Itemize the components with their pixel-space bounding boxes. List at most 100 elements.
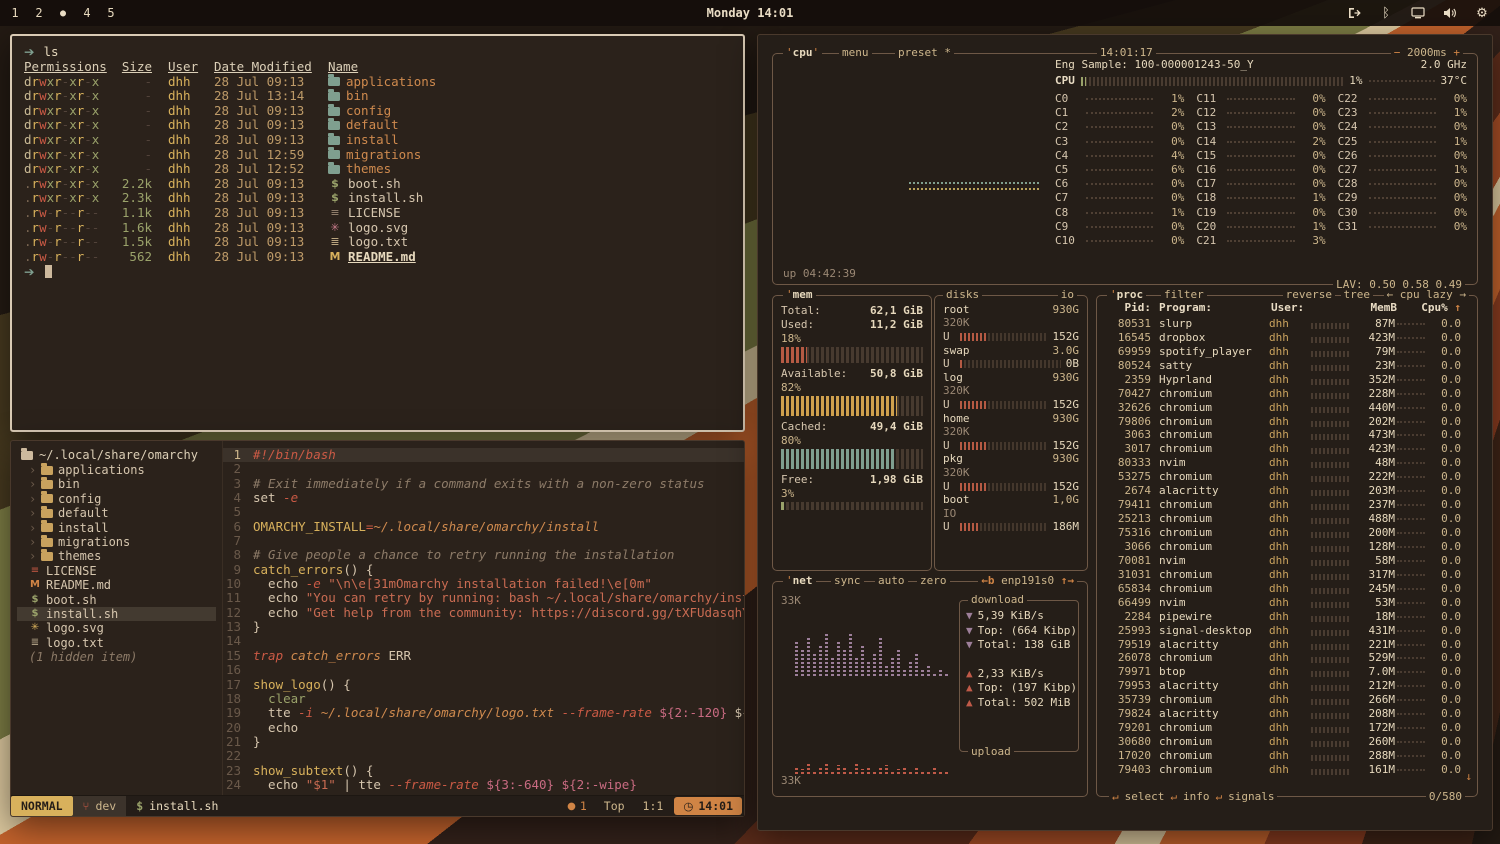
core-row-C22: C220% [1338,92,1467,106]
download-top: ▼Top: (664 Kibp) [966,624,1072,639]
diagnostic-icon: ● [567,801,576,812]
process-row[interactable]: 69959spotify_playerdhh79M0.0 [1105,345,1461,359]
process-row[interactable]: 30680chromiumdhh260M0.0 [1105,735,1461,749]
process-row[interactable]: 80524sattydhh23M0.0 [1105,359,1461,373]
tree-item-logo.txt[interactable]: ≣logo.txt [17,636,216,650]
tree-toggle-button[interactable]: tree [1341,288,1374,302]
process-row[interactable]: 25213chromiumdhh488M0.0 [1105,512,1461,526]
terminal-input-line[interactable]: ➔ [24,264,731,279]
process-row[interactable]: 79953alacrittydhh212M0.0 [1105,679,1461,693]
clock: Monday 14:01 [707,6,794,20]
volume-icon[interactable] [1442,5,1458,21]
process-row[interactable]: 66499nvimdhh53M0.0 [1105,596,1461,610]
process-row[interactable]: 26078chromiumdhh529M0.0 [1105,652,1461,666]
tree-item-install.sh[interactable]: $install.sh [17,607,216,621]
signals-action[interactable]: signals [1228,790,1274,804]
net-sync-button[interactable]: sync [831,574,864,588]
filter-button[interactable]: filter [1161,288,1207,302]
workspace-2[interactable]: 2 [34,6,44,20]
process-row[interactable]: 79806chromiumdhh202M0.0 [1105,415,1461,429]
btop-menu-button[interactable]: menu [839,46,872,60]
btop-window[interactable]: 'cpu' menu preset * 14:01:17 − 2000ms + … [757,34,1493,831]
info-action[interactable]: info [1183,790,1210,804]
disk-log: log930G [943,371,1079,385]
code-line-21: 21} [223,735,744,749]
logout-icon[interactable] [1346,5,1362,21]
process-row[interactable]: 2674alacrittydhh203M0.0 [1105,484,1461,498]
settings-icon[interactable]: ⚙ [1474,5,1490,21]
process-row[interactable]: 53275chromiumdhh222M0.0 [1105,470,1461,484]
btop-preset-button[interactable]: preset * [895,46,954,60]
editor-pane[interactable]: 1#!/bin/bash23# Exit immediately if a co… [223,441,744,795]
io-tab[interactable]: io [1058,288,1077,302]
process-row[interactable]: 70427chromiumdhh228M0.0 [1105,387,1461,401]
process-row[interactable]: 2359Hyprlanddhh352M0.0 [1105,373,1461,387]
process-row[interactable]: 80333nvimdhh48M0.0 [1105,456,1461,470]
network-interface[interactable]: ←b enp191s0 ↑→ [978,574,1077,588]
update-interval-control[interactable]: − 2000ms + [1391,46,1463,60]
process-row[interactable]: 79403chromiumdhh161M0.0 [1105,763,1461,777]
tree-item-default[interactable]: ›default [17,506,216,520]
process-row[interactable]: 32626chromiumdhh440M0.0 [1105,401,1461,415]
tree-item-applications[interactable]: ›applications [17,463,216,477]
code-line-12: 12 echo "Get help from the community: ht… [223,606,744,620]
code-line-10: 10 echo -e "\n\e[31mOmarchy installation… [223,577,744,591]
disks-tab[interactable]: disks [943,288,982,302]
tree-item-bin[interactable]: ›bin [17,477,216,491]
license-icon: ≡ [328,206,342,221]
process-row[interactable]: 79824alacrittydhh208M0.0 [1105,707,1461,721]
process-row[interactable]: 17020chromiumdhh288M0.0 [1105,749,1461,763]
code-line-14: 14 [223,634,744,648]
process-row[interactable]: 16545dropboxdhh423M0.0 [1105,331,1461,345]
process-row[interactable]: 25993signal-desktopdhh431M0.0 [1105,624,1461,638]
process-row[interactable]: 75316chromiumdhh200M0.0 [1105,526,1461,540]
process-row[interactable]: 70081nvimdhh58M0.0 [1105,554,1461,568]
tree-root[interactable]: ~/.local/share/omarchy [17,448,216,463]
neovim-window[interactable]: ~/.local/share/omarchy ›applications›bin… [10,440,745,817]
code-line-2: 2 [223,462,744,476]
code-line-5: 5 [223,505,744,519]
workspace-1[interactable]: 1 [10,6,20,20]
bluetooth-icon[interactable]: ᛒ [1378,5,1394,21]
workspace-5[interactable]: 5 [106,6,116,20]
scroll-down-icon[interactable]: ↓ [1465,770,1472,784]
net-auto-button[interactable]: auto [875,574,908,588]
workspace-3[interactable]: ● [58,8,68,19]
tree-item-config[interactable]: ›config [17,492,216,506]
tree-item-logo.svg[interactable]: ✳logo.svg [17,621,216,635]
core-row-C27: C271% [1338,163,1467,177]
net-scale-bottom: 33K [781,774,801,788]
file-name: bin [346,89,369,104]
net-zero-button[interactable]: zero [917,574,950,588]
process-row[interactable]: 35739chromiumdhh266M0.0 [1105,693,1461,707]
workspace-4[interactable]: 4 [82,6,92,20]
disk-home: home930G [943,412,1079,426]
select-action[interactable]: select [1125,790,1165,804]
process-row[interactable]: 3063chromiumdhh473M0.0 [1105,429,1461,443]
process-row[interactable]: 80531slurpdhh87M0.0 [1105,317,1461,331]
process-row[interactable]: 3017chromiumdhh423M0.0 [1105,442,1461,456]
tree-item-migrations[interactable]: ›migrations [17,535,216,549]
tree-item-LICENSE[interactable]: ≡LICENSE [17,564,216,578]
folder-icon [328,92,340,101]
process-table-header: Pid: Program: User: MemB Cpu% ↑ [1105,301,1461,315]
tree-item-boot.sh[interactable]: $boot.sh [17,593,216,607]
process-row[interactable]: 79971btopdhh7.0M0.0 [1105,665,1461,679]
terminal-window[interactable]: ➔ ls PermissionsSizeUserDate ModifiedNam… [10,34,745,432]
sort-arrow-icon[interactable]: ↑ [1454,301,1461,314]
process-row[interactable]: 79411chromiumdhh237M0.0 [1105,498,1461,512]
process-row[interactable]: 79201chromiumdhh172M0.0 [1105,721,1461,735]
code-line-1: 1#!/bin/bash [223,448,744,462]
tree-item-install[interactable]: ›install [17,521,216,535]
process-row[interactable]: 79519alacrittydhh221M0.0 [1105,638,1461,652]
process-row[interactable]: 2284pipewiredhh18M0.0 [1105,610,1461,624]
virtualization-icon[interactable] [1410,5,1426,21]
process-row[interactable]: 31031chromiumdhh317M0.0 [1105,568,1461,582]
tree-item-themes[interactable]: ›themes [17,549,216,563]
process-row[interactable]: 3066chromiumdhh128M0.0 [1105,540,1461,554]
reverse-button[interactable]: reverse [1283,288,1335,302]
sort-column-selector[interactable]: ← cpu lazy → [1384,288,1469,302]
workspace-switcher: 12 ● 45 [10,6,116,20]
process-row[interactable]: 65834chromiumdhh245M0.0 [1105,582,1461,596]
tree-item-README.md[interactable]: MREADME.md [17,578,216,592]
